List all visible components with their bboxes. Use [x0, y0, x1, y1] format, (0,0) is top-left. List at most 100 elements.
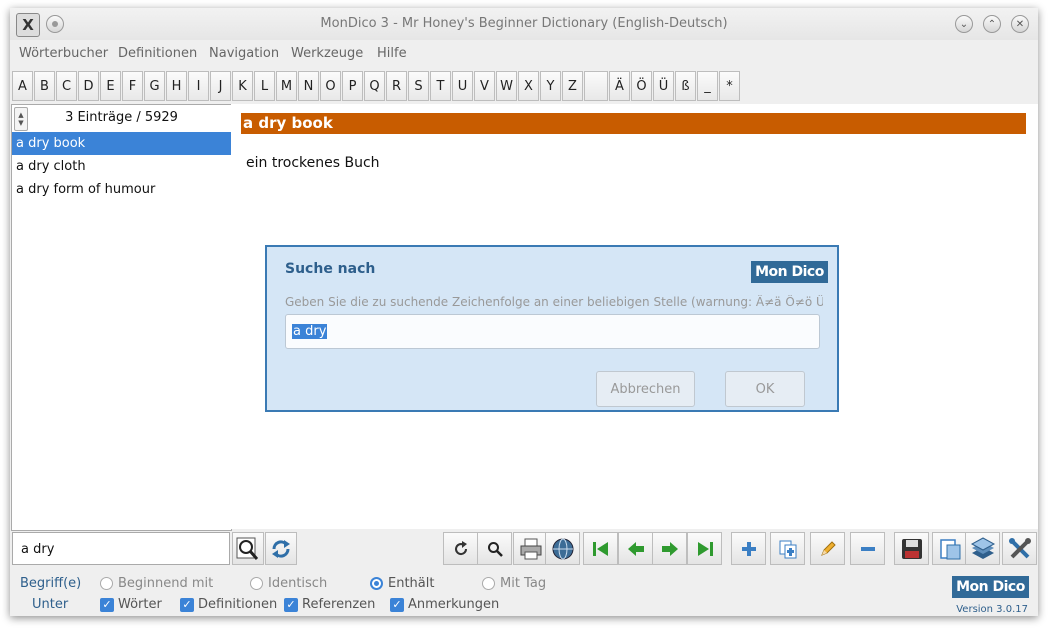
search-options: Begriff(e) Unter Beginnend mit Identisch… — [10, 570, 1038, 616]
letter-button[interactable]: W — [496, 71, 517, 101]
first-entry-button[interactable] — [583, 532, 618, 565]
dialog-title: Suche nach — [285, 261, 376, 277]
menu-definitionen[interactable]: Definitionen — [118, 46, 197, 61]
search-text-value: a dry — [292, 324, 328, 339]
tools-icon — [1008, 537, 1031, 558]
title-bar: X MonDico 3 - Mr Honey's Beginner Dictio… — [10, 8, 1038, 40]
letter-button[interactable]: X — [518, 71, 539, 101]
letter-button[interactable]: T — [430, 71, 451, 101]
letter-button[interactable]: J — [210, 71, 231, 101]
letter-button[interactable]: P — [342, 71, 363, 101]
letter-button[interactable]: U — [452, 71, 473, 101]
begriff-label: Begriff(e) — [20, 576, 82, 591]
checkbox-referenzen-label: Referenzen — [302, 597, 376, 612]
letter-button[interactable]: V — [474, 71, 495, 101]
radio-beginnend-mit[interactable] — [100, 577, 113, 590]
letter-button[interactable]: * — [719, 71, 740, 101]
add-entry-button[interactable] — [731, 532, 766, 565]
letter-button[interactable]: K — [232, 71, 253, 101]
document-icon — [939, 538, 960, 559]
search-dialog: Suche nach Mon Dico Geben Sie die zu suc… — [265, 245, 839, 412]
radio-identisch[interactable] — [250, 577, 263, 590]
radio-enthaelt[interactable] — [370, 577, 383, 590]
export-button[interactable] — [932, 532, 967, 565]
dictionaries-button[interactable] — [965, 532, 1000, 565]
magnifier-icon — [236, 537, 259, 560]
duplicate-entry-button[interactable] — [770, 532, 805, 565]
letter-button[interactable]: Ä — [609, 71, 630, 101]
list-item[interactable]: a dry form of humour — [12, 178, 231, 201]
letter-button[interactable]: O — [320, 71, 341, 101]
letter-button[interactable]: Ü — [653, 71, 674, 101]
list-item[interactable]: a dry cloth — [12, 155, 231, 178]
letter-button[interactable]: B — [34, 71, 55, 101]
list-item[interactable]: a dry book — [12, 132, 231, 155]
version-label: Version 3.0.17 — [956, 604, 1028, 615]
checkbox-woerter-label: Wörter — [118, 597, 162, 612]
letter-button[interactable]: Q — [364, 71, 385, 101]
letter-button[interactable]: F — [122, 71, 143, 101]
letter-button[interactable]: R — [386, 71, 407, 101]
radio-identisch-label: Identisch — [268, 576, 328, 591]
last-entry-button[interactable] — [687, 532, 722, 565]
menu-werkzeuge[interactable]: Werkzeuge — [291, 46, 363, 61]
minimize-button[interactable]: ⌄ — [955, 15, 973, 33]
ok-button[interactable]: OK — [725, 371, 805, 407]
letter-button[interactable]: Y — [540, 71, 561, 101]
save-button[interactable] — [894, 532, 929, 565]
checkbox-definitionen[interactable]: ✓ — [180, 598, 194, 612]
delete-entry-button[interactable] — [850, 532, 885, 565]
letter-button[interactable]: Ö — [631, 71, 652, 101]
reload-button[interactable] — [443, 532, 478, 565]
letter-button[interactable]: S — [408, 71, 429, 101]
find-button[interactable] — [232, 532, 264, 565]
radio-mit-tag[interactable] — [482, 577, 495, 590]
cancel-button[interactable]: Abbrechen — [596, 371, 695, 407]
letter-button[interactable]: E — [100, 71, 121, 101]
checkbox-referenzen[interactable]: ✓ — [284, 598, 298, 612]
menu-navigation[interactable]: Navigation — [209, 46, 279, 61]
next-entry-button[interactable] — [652, 532, 687, 565]
letter-button[interactable]: D — [78, 71, 99, 101]
arrow-left-icon — [627, 541, 644, 556]
mondico-footer-logo: Mon Dico — [952, 576, 1029, 598]
close-button[interactable]: ✕ — [1011, 15, 1029, 33]
floppy-disk-icon — [901, 538, 922, 559]
menu-woerterbucher[interactable]: Wörterbucher — [19, 46, 108, 61]
maximize-button[interactable]: ⌃ — [983, 15, 1001, 33]
search-text-input[interactable]: a dry — [285, 314, 820, 349]
menu-bar: Wörterbucher Definitionen Navigation Wer… — [10, 42, 1038, 66]
radio-beginnend-mit-label: Beginnend mit — [118, 576, 214, 591]
letter-button[interactable]: C — [56, 71, 77, 101]
letter-button[interactable]: L — [254, 71, 275, 101]
search-input[interactable]: a dry — [12, 532, 230, 565]
edit-entry-button[interactable] — [810, 532, 845, 565]
checkbox-woerter[interactable]: ✓ — [100, 598, 114, 612]
letter-button[interactable]: Z — [562, 71, 583, 101]
menu-hilfe[interactable]: Hilfe — [377, 46, 407, 61]
web-button[interactable] — [545, 532, 580, 565]
books-icon — [970, 536, 995, 559]
sync-icon — [272, 539, 290, 558]
translation-text: ein trockenes Buch — [246, 155, 380, 171]
letter-button[interactable]: N — [298, 71, 319, 101]
letter-button[interactable]: A — [12, 71, 33, 101]
refresh-list-button[interactable] — [265, 532, 297, 565]
letter-button[interactable]: M — [276, 71, 297, 101]
letter-button[interactable]: _ — [697, 71, 718, 101]
search-button[interactable] — [477, 532, 512, 565]
letter-button[interactable]: ß — [675, 71, 696, 101]
definition-panel: a dry book ein trockenes Buch Suche nach… — [231, 104, 1038, 529]
printer-icon — [520, 538, 541, 559]
checkbox-anmerkungen[interactable]: ✓ — [390, 598, 404, 612]
skip-first-icon — [592, 541, 608, 556]
checkbox-definitionen-label: Definitionen — [198, 597, 278, 612]
search-icon — [487, 541, 503, 557]
reload-icon — [454, 540, 467, 555]
print-button[interactable] — [513, 532, 548, 565]
letter-button[interactable]: H — [166, 71, 187, 101]
letter-button[interactable]: I — [188, 71, 209, 101]
letter-button[interactable]: G — [144, 71, 165, 101]
previous-entry-button[interactable] — [618, 532, 653, 565]
settings-button[interactable] — [1002, 532, 1037, 565]
